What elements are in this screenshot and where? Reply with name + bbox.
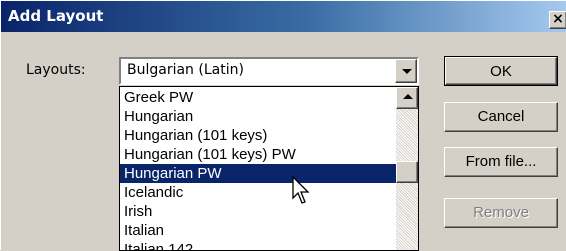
- list-item[interactable]: Italian: [120, 221, 396, 240]
- layouts-label: Layouts:: [26, 62, 86, 78]
- list-item[interactable]: Irish: [120, 202, 396, 221]
- list-item[interactable]: Hungarian: [120, 107, 396, 126]
- list-item[interactable]: Hungarian (101 keys): [120, 126, 396, 145]
- add-layout-dialog: Add Layout × Layouts: Bulgarian (Latin) …: [0, 0, 566, 251]
- from-file-button[interactable]: From file...: [444, 147, 558, 177]
- remove-button-label: Remove: [473, 204, 529, 221]
- cancel-button-label: Cancel: [477, 108, 525, 125]
- combo-selected-value: Bulgarian (Latin): [127, 62, 244, 78]
- list-item[interactable]: Italian 142: [120, 240, 396, 250]
- from-file-button-label: From file...: [465, 153, 537, 170]
- scroll-up-button[interactable]: [396, 87, 418, 109]
- close-button[interactable]: ×: [549, 11, 566, 29]
- title-bar[interactable]: Add Layout ×: [1, 1, 566, 32]
- remove-button: Remove: [444, 198, 558, 228]
- ok-button-label: OK: [490, 63, 512, 80]
- ok-button-face: OK: [445, 57, 557, 85]
- chevron-down-icon: [402, 69, 412, 74]
- list-item[interactable]: Greek PW: [120, 88, 396, 107]
- list-item[interactable]: Icelandic: [120, 183, 396, 202]
- layouts-combobox[interactable]: Bulgarian (Latin): [119, 57, 419, 85]
- ok-button[interactable]: OK: [444, 56, 558, 86]
- list-items: Greek PW Hungarian Hungarian (101 keys) Hun…: [120, 88, 396, 250]
- scroll-up-icon: [403, 94, 413, 99]
- scroll-thumb[interactable]: [396, 161, 418, 183]
- list-item[interactable]: Hungarian (101 keys) PW: [120, 145, 396, 164]
- layouts-dropdown-list[interactable]: Greek PW Hungarian Hungarian (101 keys) Hun…: [119, 86, 419, 251]
- list-item[interactable]: Hungarian PW: [120, 164, 396, 183]
- cancel-button[interactable]: Cancel: [444, 102, 558, 132]
- dialog-title: Add Layout: [8, 7, 104, 25]
- mouse-pointer-icon: [292, 176, 310, 204]
- close-icon: ×: [552, 11, 564, 27]
- combo-dropdown-button[interactable]: [395, 59, 417, 83]
- list-scrollbar[interactable]: [396, 87, 418, 250]
